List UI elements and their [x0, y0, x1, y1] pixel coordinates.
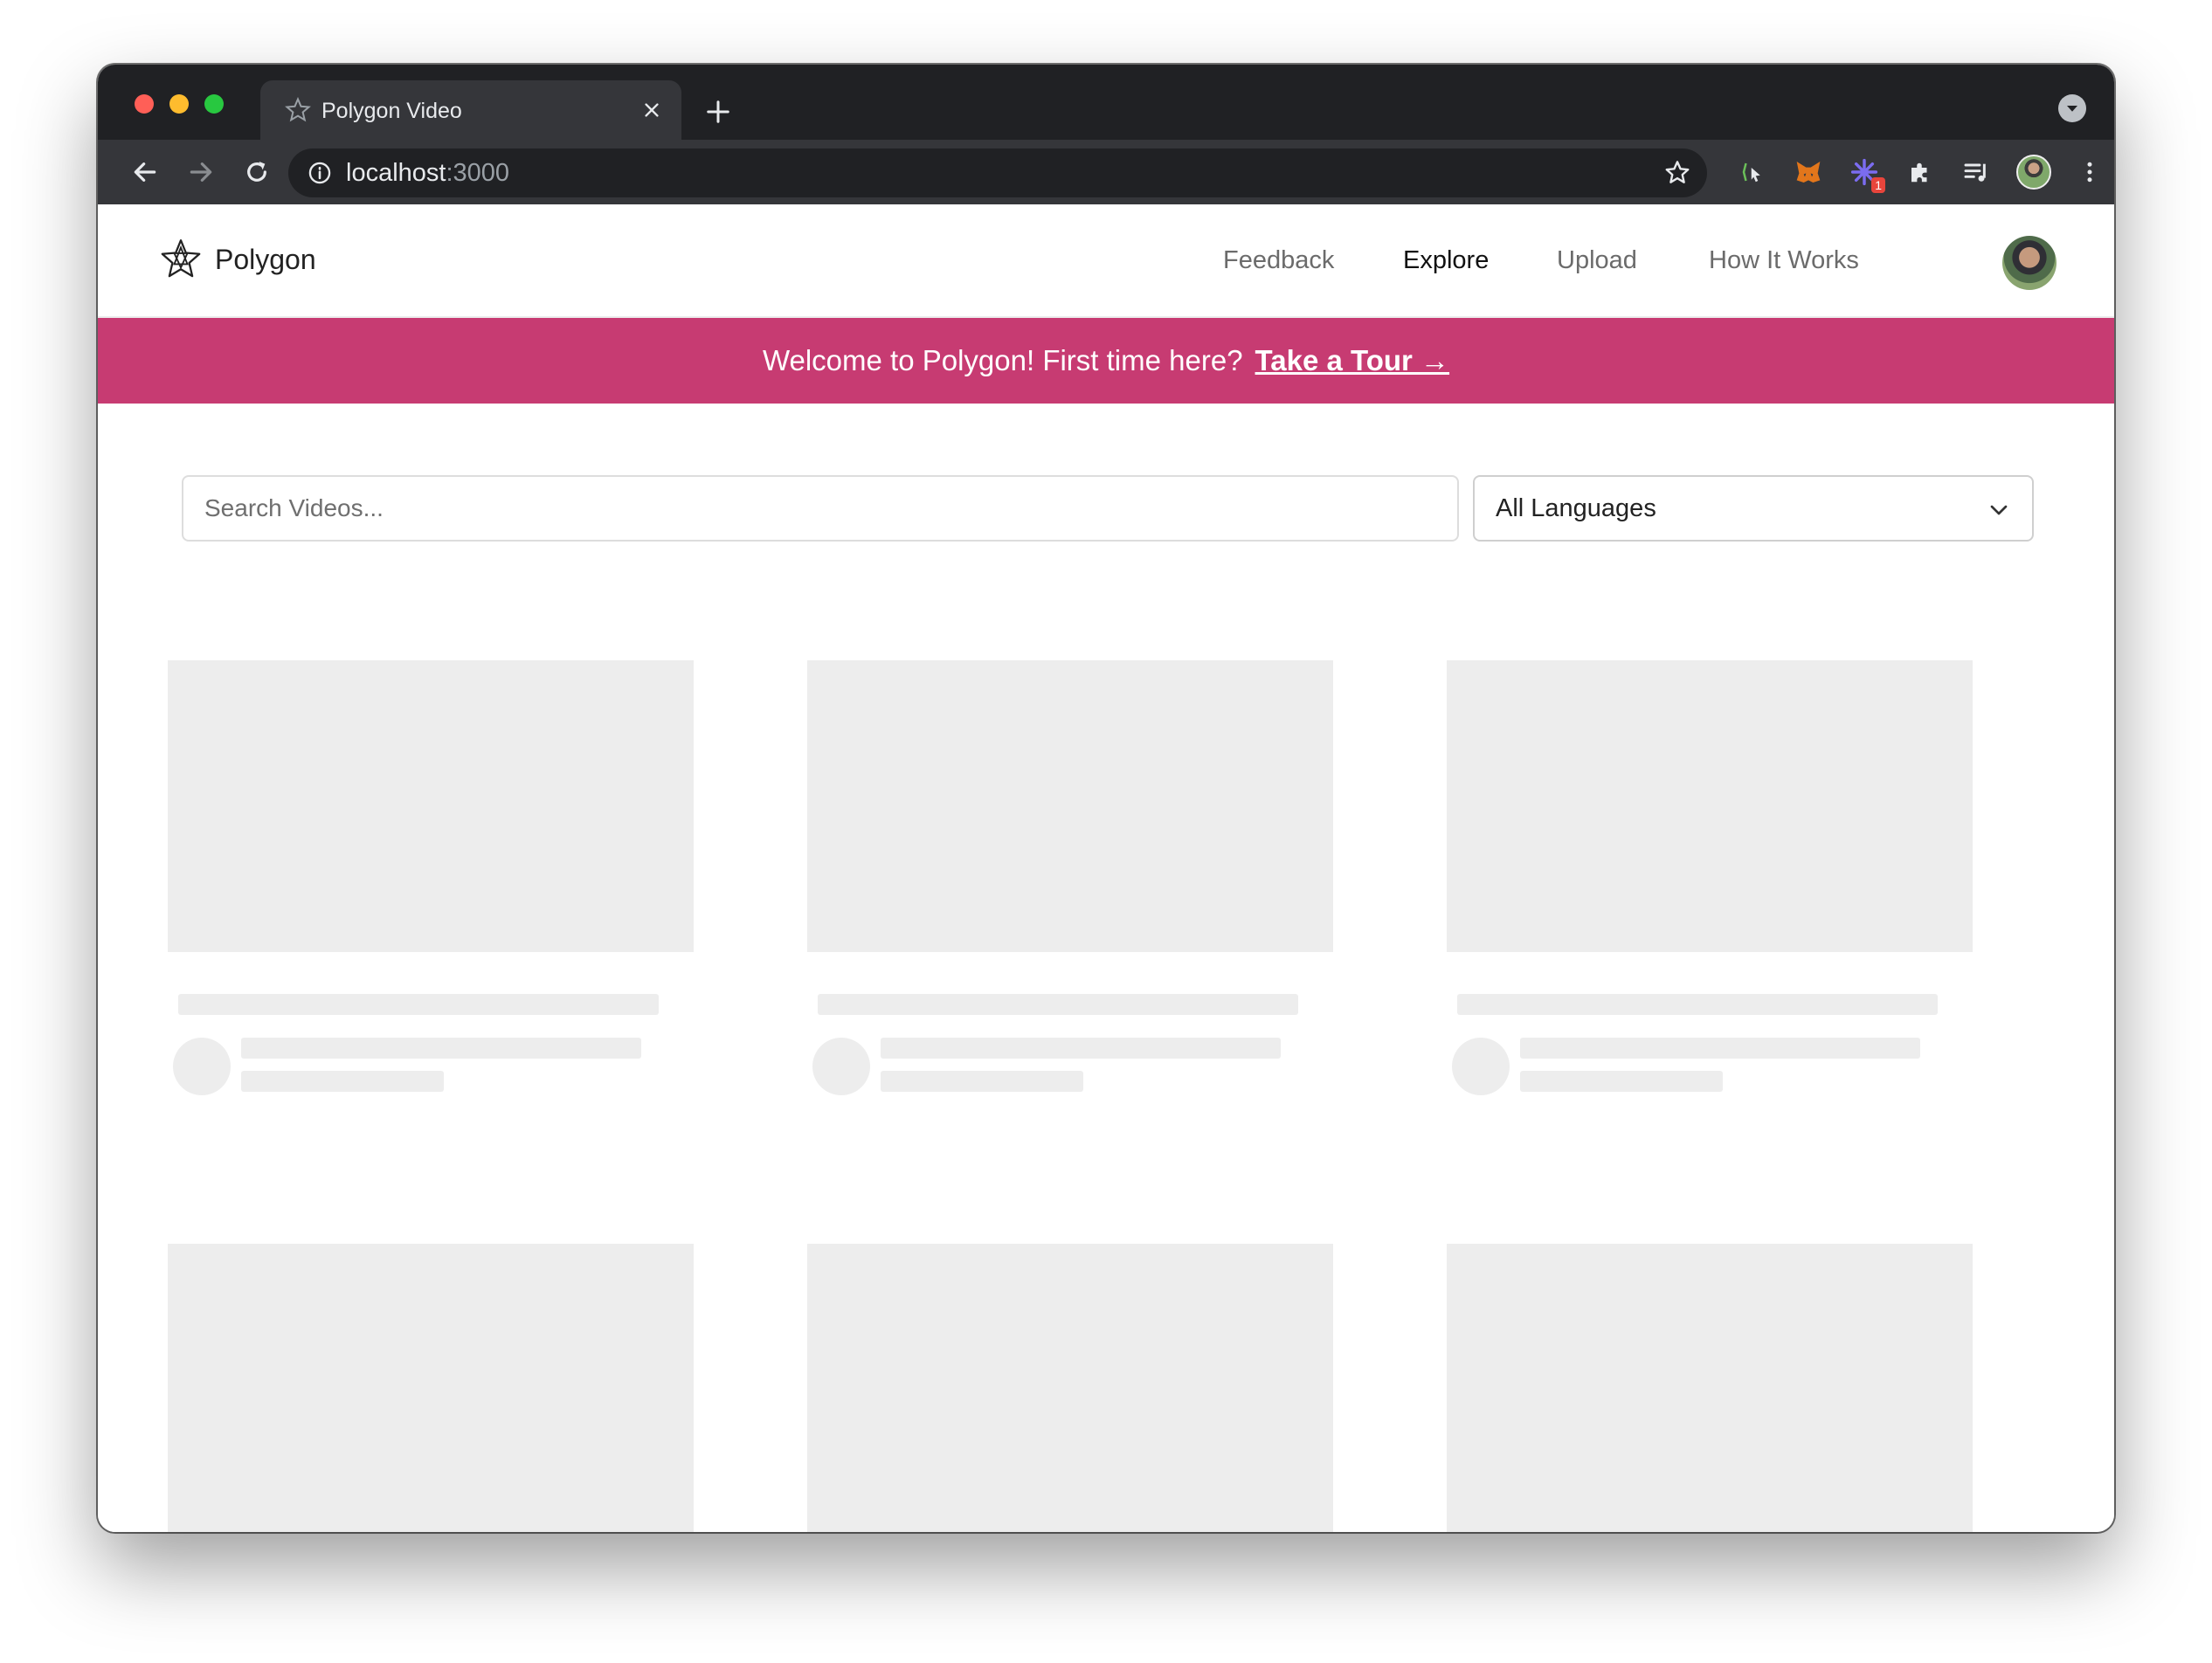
title-placeholder [178, 994, 659, 1015]
polygon-star-icon [161, 238, 201, 278]
tab-search-button[interactable] [2058, 94, 2086, 122]
info-icon[interactable] [308, 161, 332, 185]
thumbnail-placeholder [807, 1244, 1333, 1532]
browser-toolbar: localhost:3000 1 [98, 140, 2114, 204]
thumbnail-placeholder [1447, 1244, 1973, 1532]
brand-name: Polygon [215, 243, 316, 275]
author-placeholder [881, 1038, 1281, 1059]
language-select-value: All Languages [1496, 494, 1656, 522]
thumbnail-placeholder [807, 660, 1333, 952]
nav-link-upload[interactable]: Upload [1557, 246, 1637, 275]
browser-window: Polygon Video localhost:3000 1 Polygon F… [98, 65, 2114, 1532]
meta-placeholder [241, 1071, 444, 1092]
avatar-placeholder [1452, 1038, 1510, 1095]
zoom-window-button[interactable] [204, 94, 224, 114]
reload-button[interactable] [239, 155, 274, 190]
back-arrow-icon [134, 162, 156, 182]
video-card-skeleton[interactable] [807, 660, 1333, 1132]
browser-menu-button[interactable] [2074, 156, 2105, 188]
plus-icon [707, 100, 729, 123]
nav-link-how-it-works[interactable]: How It Works [1709, 246, 1859, 275]
media-controls-button[interactable] [1960, 156, 1992, 188]
search-input[interactable] [182, 475, 1459, 542]
url-host: localhost [346, 159, 446, 187]
tab-strip: Polygon Video [98, 65, 2114, 140]
nav-link-feedback[interactable]: Feedback [1223, 246, 1334, 275]
extensions-menu-button[interactable] [1904, 156, 1936, 188]
video-card-skeleton[interactable] [1447, 660, 1973, 1132]
extension-badge: 1 [1871, 177, 1885, 193]
forward-arrow-icon [190, 162, 212, 182]
back-button[interactable] [128, 155, 162, 190]
title-placeholder [1457, 994, 1938, 1015]
site-logo[interactable]: Polygon [159, 238, 316, 281]
author-placeholder [241, 1038, 641, 1059]
cursor-extension-icon [1742, 162, 1760, 183]
nav-link-explore[interactable]: Explore [1403, 246, 1489, 275]
tab-title: Polygon Video [321, 99, 462, 123]
take-tour-link[interactable]: Take a Tour → [1255, 344, 1450, 377]
browser-tab[interactable]: Polygon Video [260, 80, 681, 140]
author-placeholder [1520, 1038, 1920, 1059]
browser-profile-avatar [2016, 155, 2051, 190]
site-navbar: Polygon Feedback Explore Upload How It W… [98, 204, 2114, 318]
url-port: :3000 [446, 159, 510, 187]
fox-extension-icon [1796, 162, 1821, 183]
new-tab-button[interactable] [701, 94, 736, 129]
video-card-skeleton[interactable] [168, 660, 694, 1132]
thumbnail-placeholder [1447, 660, 1973, 952]
user-avatar[interactable] [2002, 236, 2056, 290]
puzzle-icon [1911, 162, 1927, 183]
media-icon [1964, 163, 1986, 182]
thumbnail-placeholder [168, 1244, 694, 1532]
chevron-down-icon [2067, 106, 2077, 112]
meta-placeholder [881, 1071, 1083, 1092]
title-placeholder [818, 994, 1298, 1015]
close-tab-button[interactable] [638, 96, 666, 124]
forward-button[interactable] [183, 155, 218, 190]
chevron-down-icon [1990, 505, 2008, 515]
more-vert-icon [2087, 162, 2092, 183]
video-card-skeleton[interactable] [1447, 1244, 1973, 1532]
profile-button[interactable] [2015, 153, 2053, 191]
url-text: localhost:3000 [346, 159, 509, 187]
polygon-star-icon [285, 97, 311, 122]
welcome-banner: Welcome to Polygon! First time here? Tak… [98, 318, 2114, 404]
bookmark-star-icon[interactable] [1663, 159, 1691, 187]
minimize-window-button[interactable] [169, 94, 189, 114]
language-select[interactable]: All Languages [1473, 475, 2034, 542]
avatar-placeholder [173, 1038, 231, 1095]
close-window-button[interactable] [135, 94, 154, 114]
extension-metamask-button[interactable] [1793, 156, 1824, 188]
close-icon [645, 103, 659, 117]
banner-text: Welcome to Polygon! First time here? [762, 344, 1243, 376]
address-bar[interactable]: localhost:3000 [288, 148, 1707, 197]
web-page: Polygon Feedback Explore Upload How It W… [98, 204, 2114, 1532]
thumbnail-placeholder [168, 660, 694, 952]
reload-icon [247, 162, 266, 182]
extension-cursor-button[interactable] [1737, 156, 1768, 188]
video-card-skeleton[interactable] [807, 1244, 1333, 1532]
avatar-placeholder [812, 1038, 870, 1095]
meta-placeholder [1520, 1071, 1723, 1092]
video-card-skeleton[interactable] [168, 1244, 694, 1532]
extension-sparkle-button[interactable]: 1 [1849, 156, 1885, 193]
